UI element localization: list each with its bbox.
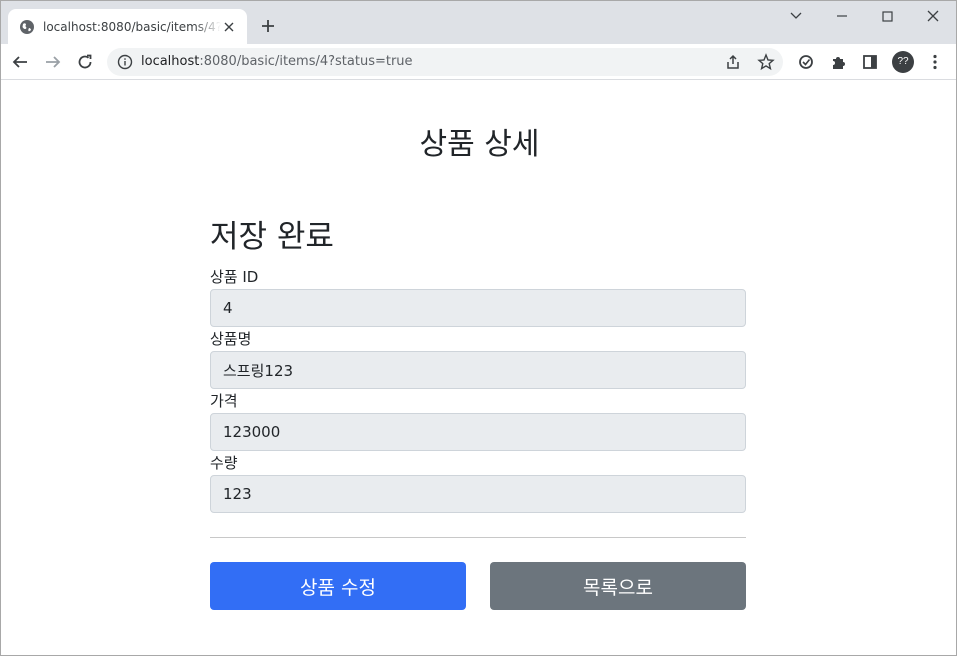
- close-icon[interactable]: [221, 19, 237, 35]
- url-host: localhost: [141, 54, 200, 69]
- tab-title: localhost:8080/basic/items/4?status=true: [43, 19, 221, 34]
- extensions-puzzle-icon[interactable]: [828, 51, 850, 73]
- side-panel-icon[interactable]: [859, 51, 881, 73]
- url-path: :8080/basic/items/4?status=true: [199, 54, 413, 69]
- save-complete-message: 저장 완료: [210, 219, 334, 255]
- maximize-icon[interactable]: [876, 5, 898, 27]
- divider: [210, 537, 746, 538]
- page-title: 상품 상세: [419, 127, 540, 162]
- browser-window: localhost:8080/basic/items/4?status=true: [0, 0, 957, 656]
- edit-item-button[interactable]: 상품 수정: [210, 562, 466, 610]
- item-name-input[interactable]: [210, 351, 746, 389]
- reload-icon[interactable]: [74, 51, 96, 73]
- back-arrow-icon[interactable]: [9, 51, 31, 73]
- globe-icon: [20, 19, 34, 34]
- price-input[interactable]: [210, 413, 746, 451]
- profile-avatar[interactable]: ??: [892, 51, 914, 73]
- back-to-list-button[interactable]: 목록으로: [490, 562, 746, 610]
- info-icon[interactable]: [117, 54, 133, 70]
- kebab-menu-icon[interactable]: [924, 51, 946, 73]
- window-close-icon[interactable]: [922, 5, 944, 27]
- quantity-label: 수량: [210, 454, 238, 472]
- item-id-input[interactable]: [210, 289, 746, 327]
- active-tab[interactable]: localhost:8080/basic/items/4?status=true: [8, 9, 247, 44]
- chevron-down-icon[interactable]: [785, 5, 807, 27]
- forward-arrow-icon[interactable]: [42, 51, 64, 73]
- item-id-label: 상품 ID: [210, 268, 259, 286]
- price-label: 가격: [210, 392, 238, 410]
- tab-strip: localhost:8080/basic/items/4?status=true: [1, 1, 956, 44]
- browser-toolbar: localhost:8080/basic/items/4?status=true…: [1, 44, 956, 80]
- plus-icon[interactable]: [258, 16, 278, 36]
- item-name-label: 상품명: [210, 330, 252, 348]
- share-icon[interactable]: [724, 53, 742, 71]
- address-bar[interactable]: localhost:8080/basic/items/4?status=true: [107, 48, 783, 76]
- star-icon[interactable]: [757, 53, 775, 71]
- page-content: 상품 상세 저장 완료 상품 ID 상품명 가격 수량 상품 수정 목록으로: [1, 81, 956, 655]
- quantity-input[interactable]: [210, 475, 746, 513]
- sync-icon[interactable]: [795, 51, 817, 73]
- minimize-icon[interactable]: [831, 5, 853, 27]
- url-text[interactable]: localhost:8080/basic/items/4?status=true: [141, 54, 413, 70]
